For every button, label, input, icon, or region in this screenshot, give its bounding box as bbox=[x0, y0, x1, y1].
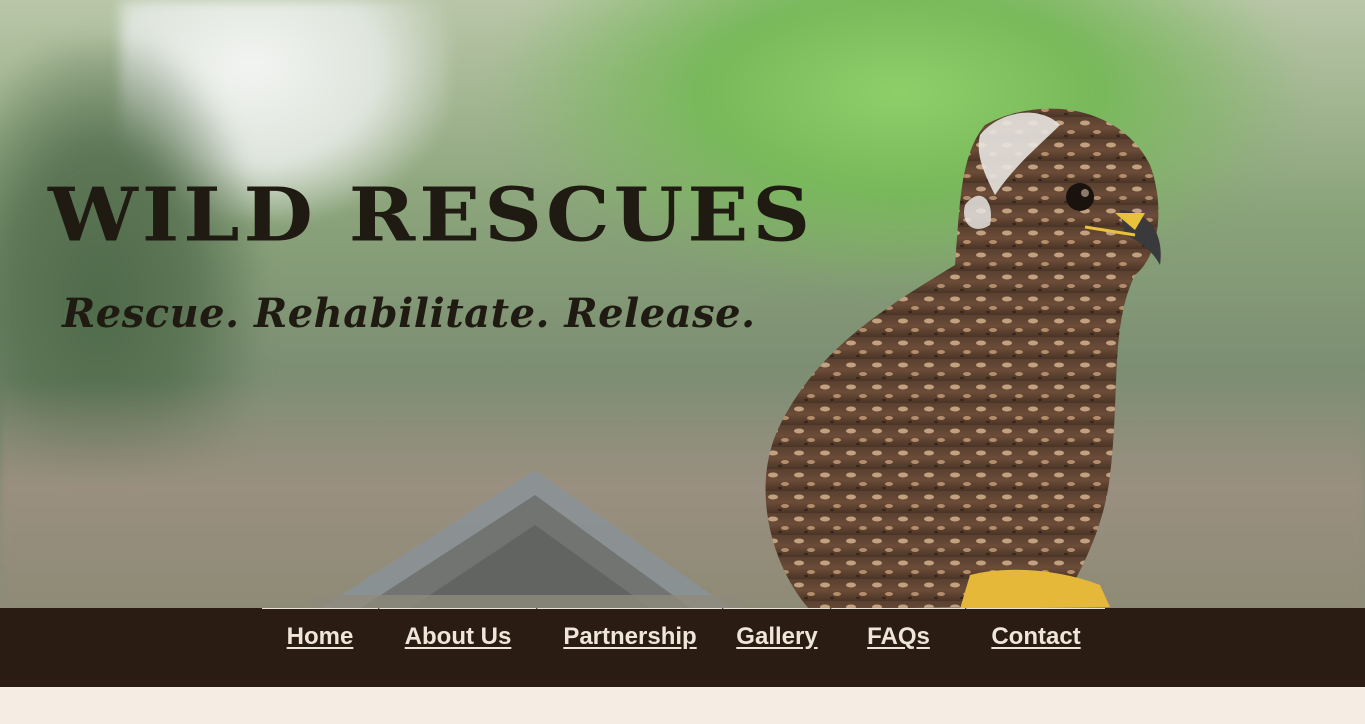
nav-item-faqs: FAQs bbox=[830, 608, 965, 664]
nav-item-home: Home bbox=[262, 608, 378, 664]
site-title: WILD RESCUES bbox=[48, 171, 815, 259]
nav-link-contact[interactable]: Contact bbox=[991, 623, 1080, 651]
site-tagline: Rescue. Rehabilitate. Release. bbox=[62, 290, 756, 337]
nav-item-gallery: Gallery bbox=[722, 608, 830, 664]
nav-link-partnership[interactable]: Partnership bbox=[563, 623, 696, 651]
nav-item-about-us: About Us bbox=[378, 608, 536, 664]
nav-list: Home About Us Partnership Gallery FAQs C… bbox=[262, 608, 1105, 668]
nav-link-about-us[interactable]: About Us bbox=[405, 623, 512, 651]
nav-item-partnership: Partnership bbox=[536, 608, 722, 664]
hero-shed-image bbox=[310, 470, 740, 608]
nav-link-gallery[interactable]: Gallery bbox=[736, 623, 817, 651]
nav-item-contact: Contact bbox=[965, 608, 1105, 664]
main-navigation: Home About Us Partnership Gallery FAQs C… bbox=[0, 608, 1365, 687]
nav-link-faqs[interactable]: FAQs bbox=[867, 623, 930, 651]
page-content bbox=[0, 687, 1365, 724]
hero-banner: WILD RESCUES Rescue. Rehabilitate. Relea… bbox=[0, 0, 1365, 608]
nav-link-home[interactable]: Home bbox=[287, 623, 354, 651]
